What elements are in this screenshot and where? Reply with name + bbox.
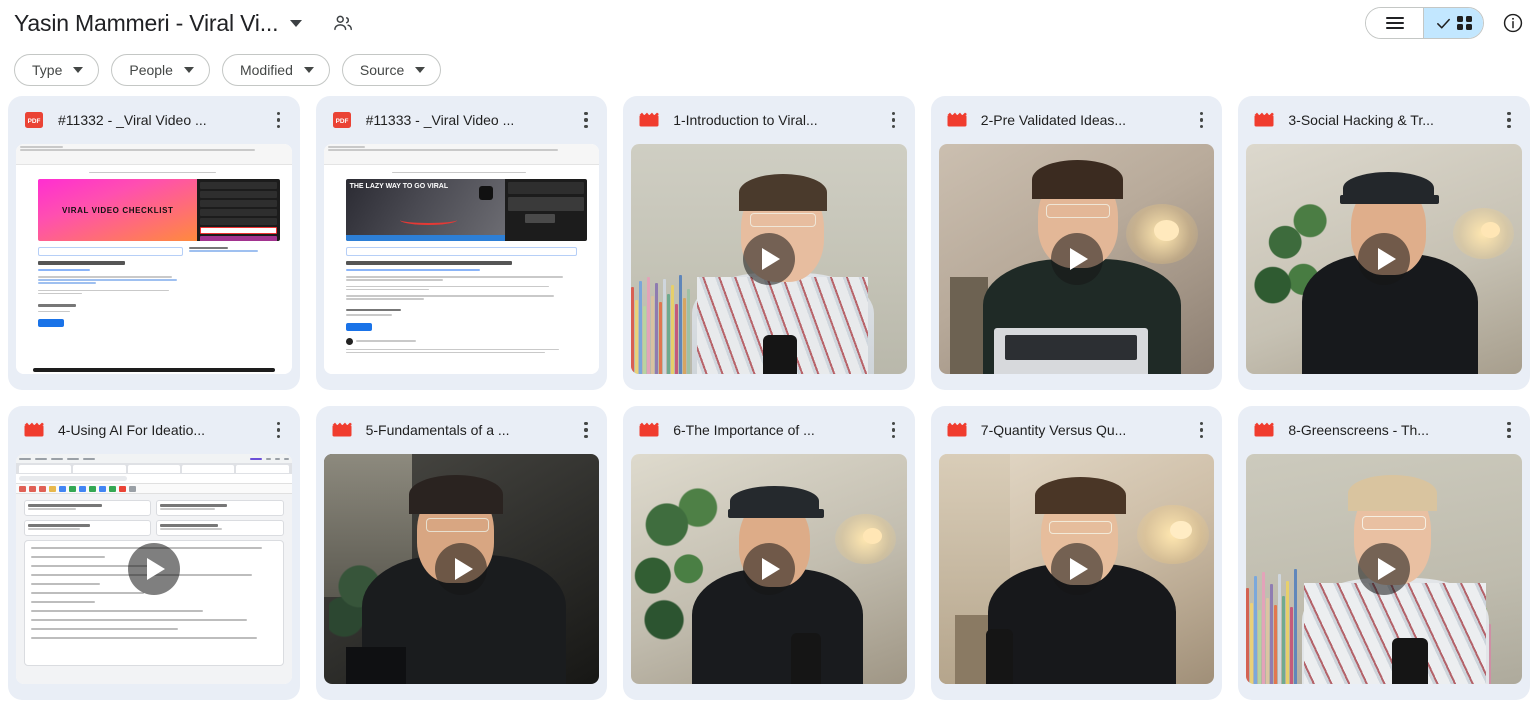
file-grid: PDF #11332 - _Viral Video ... VIRAL VIDE…	[0, 96, 1538, 700]
more-options-icon[interactable]	[266, 415, 292, 445]
file-card-header: PDF #11332 - _Viral Video ...	[8, 96, 300, 144]
svg-text:PDF: PDF	[335, 118, 348, 125]
play-button[interactable]	[1050, 543, 1103, 595]
view-toggle[interactable]	[1365, 7, 1484, 39]
chevron-down-icon	[183, 67, 194, 73]
play-button[interactable]	[1050, 233, 1103, 285]
more-options-icon[interactable]	[573, 105, 599, 135]
more-options-icon[interactable]	[1496, 105, 1522, 135]
play-button[interactable]	[742, 543, 795, 595]
file-thumbnail: THE LAZY WAY TO GO VIRAL	[323, 144, 600, 374]
file-thumbnail	[16, 454, 292, 684]
file-card-header: 2-Pre Validated Ideas...	[931, 96, 1223, 144]
video-file-icon	[947, 112, 967, 128]
chevron-down-icon	[73, 67, 84, 73]
file-card-header: 4-Using AI For Ideatio...	[8, 406, 300, 454]
video-file-icon	[1254, 422, 1274, 438]
header-right-controls	[1365, 7, 1524, 39]
grid-view-button[interactable]	[1423, 8, 1483, 38]
file-thumbnail	[938, 454, 1215, 684]
more-options-icon[interactable]	[573, 415, 599, 445]
filter-chip-type[interactable]: Type	[14, 54, 100, 86]
file-card-title: 6-The Importance of ...	[673, 422, 815, 438]
more-options-icon[interactable]	[881, 415, 907, 445]
grid-view-icon	[1457, 15, 1472, 31]
video-file-icon	[639, 422, 659, 438]
video-file-icon	[947, 422, 967, 438]
file-card[interactable]: PDF #11333 - _Viral Video ... THE LAZY W…	[315, 96, 608, 390]
file-thumbnail	[1246, 144, 1522, 374]
file-card-title: 1-Introduction to Viral...	[673, 112, 818, 128]
file-thumbnail	[323, 454, 600, 684]
pdf-banner-text: VIRAL VIDEO CHECKLIST	[38, 179, 198, 242]
filter-chip-label: Source	[359, 62, 405, 78]
file-card-header: 6-The Importance of ...	[623, 406, 915, 454]
play-button[interactable]	[1358, 233, 1411, 285]
file-card[interactable]: 6-The Importance of ...	[623, 406, 915, 700]
file-card-title: 8-Greenscreens - Th...	[1288, 422, 1429, 438]
video-file-icon	[639, 112, 659, 128]
filter-chip-people[interactable]: People	[111, 54, 210, 86]
file-thumbnail: VIRAL VIDEO CHECKLIST	[16, 144, 292, 374]
file-card-header: 8-Greenscreens - Th...	[1238, 406, 1530, 454]
video-file-icon	[24, 422, 44, 438]
file-card[interactable]: 7-Quantity Versus Qu...	[930, 406, 1223, 700]
chevron-down-icon	[303, 67, 314, 73]
app-header: Yasin Mammeri - Viral Vi...	[0, 0, 1538, 46]
file-card-title: 2-Pre Validated Ideas...	[980, 112, 1127, 128]
file-card-title: 3-Social Hacking & Tr...	[1288, 112, 1434, 128]
pdf-file-icon: PDF	[24, 110, 44, 130]
file-thumbnail	[938, 144, 1215, 374]
play-button[interactable]	[1358, 543, 1411, 595]
page-title: Yasin Mammeri - Viral Vi...	[14, 9, 279, 36]
file-card-header: 3-Social Hacking & Tr...	[1238, 96, 1530, 144]
more-options-icon[interactable]	[1188, 415, 1214, 445]
filter-chip-label: People	[129, 62, 173, 78]
file-card-title: #11332 - _Viral Video ...	[58, 112, 207, 128]
title-block: Yasin Mammeri - Viral Vi...	[14, 10, 354, 37]
svg-text:PDF: PDF	[28, 118, 41, 125]
chevron-down-icon[interactable]	[290, 19, 303, 27]
file-card[interactable]: 1-Introduction to Viral...	[623, 96, 915, 390]
play-button[interactable]	[742, 233, 795, 285]
file-card-header: 1-Introduction to Viral...	[623, 96, 915, 144]
file-card[interactable]: 2-Pre Validated Ideas...	[930, 96, 1223, 390]
file-card[interactable]: 5-Fundamentals of a ...	[315, 406, 608, 700]
file-card-title: 7-Quantity Versus Qu...	[980, 422, 1127, 438]
play-button[interactable]	[435, 543, 488, 595]
filter-chip-source[interactable]: Source	[341, 54, 442, 86]
video-file-icon	[1254, 112, 1274, 128]
video-file-icon	[332, 422, 352, 438]
file-card-header: 7-Quantity Versus Qu...	[931, 406, 1223, 454]
filter-chip-row: Type People Modified Source	[0, 46, 1538, 96]
play-button[interactable]	[127, 543, 180, 595]
pdf-banner-text: THE LAZY WAY TO GO VIRAL	[349, 183, 449, 191]
file-card-header: PDF #11333 - _Viral Video ...	[316, 96, 608, 144]
filter-chip-label: Modified	[239, 62, 293, 78]
people-icon[interactable]	[332, 12, 354, 34]
chevron-down-icon	[415, 67, 426, 73]
check-icon	[1435, 15, 1452, 32]
more-options-icon[interactable]	[266, 105, 292, 135]
more-options-icon[interactable]	[1188, 105, 1214, 135]
filter-chip-modified[interactable]: Modified	[221, 54, 330, 86]
list-view-icon	[1385, 17, 1404, 29]
file-card-title: #11333 - _Viral Video ...	[365, 112, 515, 128]
file-card[interactable]: 4-Using AI For Ideatio...	[8, 406, 300, 700]
more-options-icon[interactable]	[1496, 415, 1522, 445]
list-view-button[interactable]	[1366, 8, 1423, 38]
info-icon[interactable]	[1502, 12, 1524, 34]
file-card-header: 5-Fundamentals of a ...	[316, 406, 608, 454]
file-card[interactable]: 3-Social Hacking & Tr...	[1238, 96, 1530, 390]
pdf-file-icon: PDF	[332, 110, 352, 130]
file-card[interactable]: PDF #11332 - _Viral Video ... VIRAL VIDE…	[8, 96, 300, 390]
file-card-title: 5-Fundamentals of a ...	[365, 422, 510, 438]
file-card-title: 4-Using AI For Ideatio...	[58, 422, 206, 438]
file-thumbnail	[631, 144, 907, 374]
file-thumbnail	[1246, 454, 1522, 684]
filter-chip-label: Type	[32, 62, 63, 78]
file-card[interactable]: 8-Greenscreens - Th...	[1238, 406, 1530, 700]
more-options-icon[interactable]	[881, 105, 907, 135]
file-thumbnail	[631, 454, 907, 684]
